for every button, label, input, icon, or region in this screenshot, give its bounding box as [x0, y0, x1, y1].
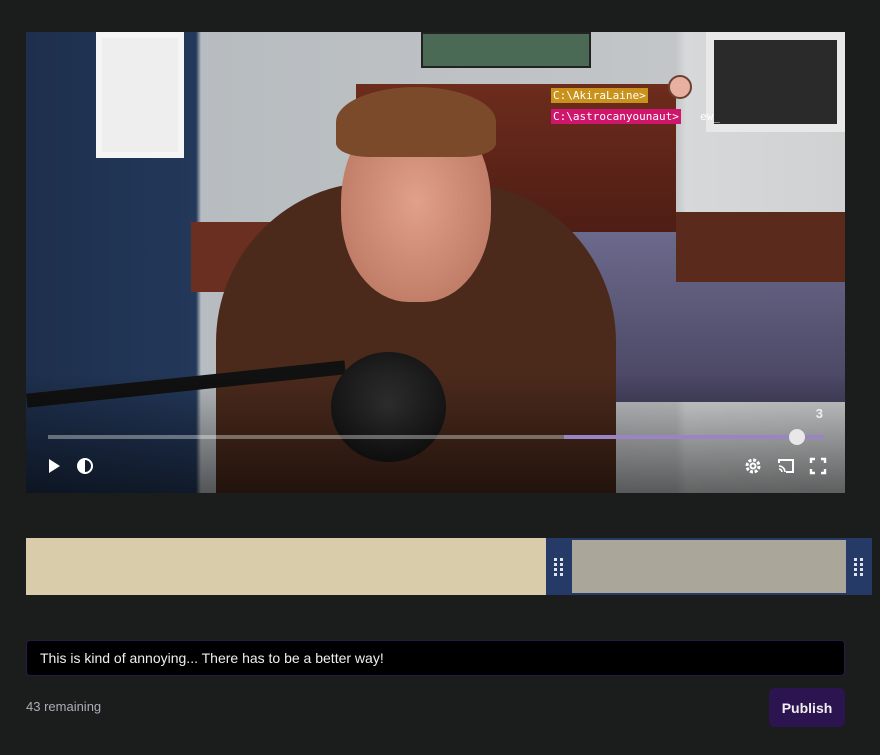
seek-played — [564, 435, 824, 439]
chat-user: C:\astrocanyounaut> — [551, 109, 681, 124]
video-player[interactable]: C:\AkiraLaine> C:\astrocanyounaut> ew_ 3 — [26, 32, 845, 493]
wall-poster — [421, 32, 591, 68]
play-icon — [49, 459, 60, 473]
playback-count: 3 — [815, 406, 823, 421]
streamer-hair — [336, 87, 496, 157]
clip-selection[interactable] — [546, 538, 872, 595]
volume-button[interactable] — [75, 456, 95, 476]
trim-handle-start[interactable] — [546, 538, 573, 595]
volume-icon — [77, 458, 93, 474]
seek-handle[interactable] — [788, 429, 805, 445]
characters-remaining: 43 remaining — [26, 699, 102, 714]
window — [706, 32, 845, 132]
play-button[interactable] — [44, 456, 64, 476]
fullscreen-button[interactable] — [808, 456, 828, 476]
grip-icon — [853, 557, 864, 576]
trim-handle-end[interactable] — [845, 538, 872, 595]
seek-bar[interactable] — [48, 429, 824, 445]
grip-icon — [554, 557, 564, 576]
publish-button[interactable]: Publish — [769, 688, 845, 727]
wall-frame — [96, 32, 184, 158]
clip-timeline[interactable] — [26, 538, 872, 595]
controls-gradient — [26, 373, 845, 493]
clip-title-input[interactable]: This is kind of annoying... There has to… — [26, 640, 845, 676]
settings-button[interactable] — [743, 456, 763, 476]
cast-button[interactable] — [776, 456, 796, 476]
cast-icon — [778, 459, 794, 473]
fullscreen-icon — [809, 457, 827, 475]
chat-avatar — [668, 75, 692, 99]
chat-user: C:\AkiraLaine> — [551, 88, 648, 103]
nightstand — [676, 212, 845, 282]
gear-icon — [745, 458, 761, 474]
chat-message: ew_ — [700, 110, 720, 123]
